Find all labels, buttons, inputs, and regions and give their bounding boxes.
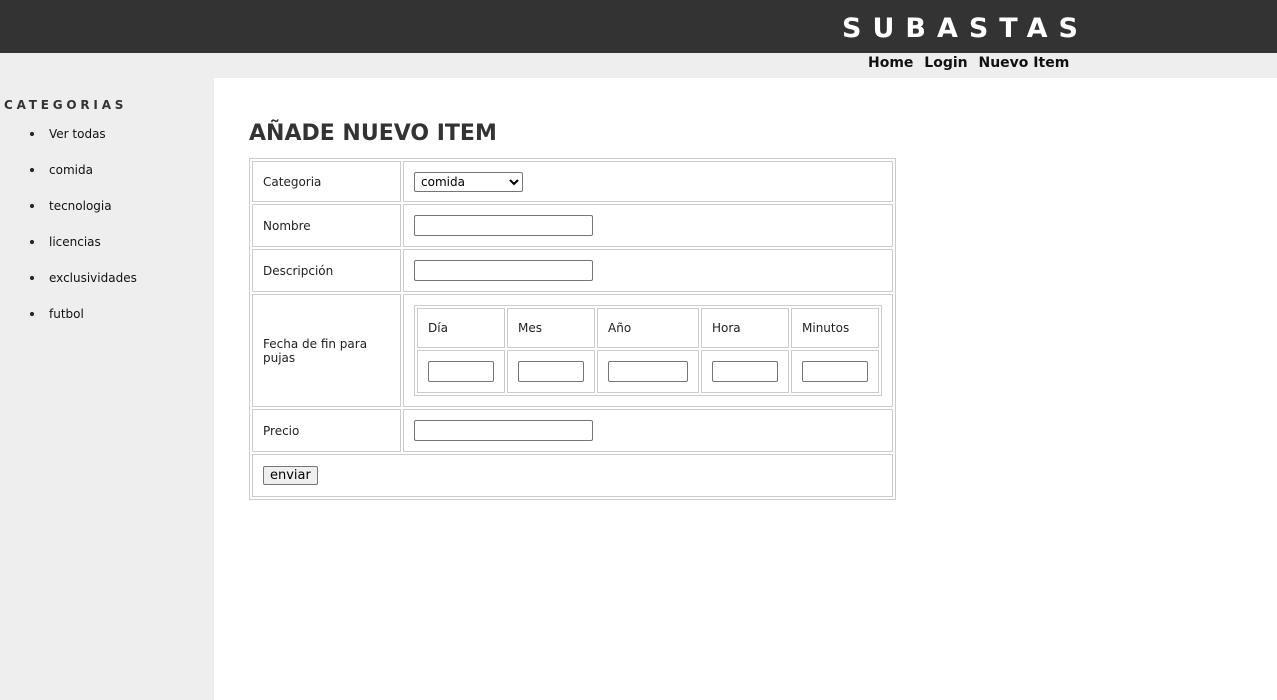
top-nav: Home Login Nuevo Item (868, 54, 1069, 72)
form-row-enviar: enviar (252, 454, 893, 497)
minutos-input[interactable] (802, 361, 868, 382)
list-item: Ver todas (0, 125, 137, 161)
nombre-cell (403, 204, 893, 247)
categoria-cell: comida (403, 161, 893, 202)
form-row-fecha: Fecha de fin para pujas Día Mes Año Hora… (252, 294, 893, 407)
nombre-input[interactable] (414, 215, 593, 236)
bullet-icon (30, 240, 34, 244)
category-link-comida[interactable]: comida (49, 163, 93, 177)
fecha-date-table: Día Mes Año Hora Minutos (414, 305, 882, 396)
ano-input[interactable] (608, 361, 688, 382)
category-link-exclusividades[interactable]: exclusividades (49, 271, 137, 285)
bullet-icon (30, 204, 34, 208)
page-title: AÑADE NUEVO ITEM (249, 121, 497, 146)
list-item: tecnologia (0, 197, 137, 233)
nav-home-link[interactable]: Home (868, 55, 913, 71)
bullet-icon (30, 312, 34, 316)
ano-header: Año (597, 308, 699, 348)
bullet-icon (30, 168, 34, 172)
descripcion-label: Descripción (252, 249, 401, 292)
fecha-label: Fecha de fin para pujas (252, 294, 401, 407)
form-row-descripcion: Descripción (252, 249, 893, 292)
hora-header: Hora (701, 308, 789, 348)
minutos-cell (791, 350, 879, 393)
categoria-label: Categoria (252, 161, 401, 202)
precio-cell (403, 409, 893, 452)
list-item: exclusividades (0, 269, 137, 305)
bullet-icon (30, 132, 34, 136)
minutos-header: Minutos (791, 308, 879, 348)
date-input-row (417, 350, 879, 393)
dia-header: Día (417, 308, 505, 348)
hora-cell (701, 350, 789, 393)
category-link-ver-todas[interactable]: Ver todas (49, 127, 106, 141)
nombre-label: Nombre (252, 204, 401, 247)
descripcion-input[interactable] (414, 260, 593, 281)
mes-cell (507, 350, 595, 393)
form-row-precio: Precio (252, 409, 893, 452)
precio-label: Precio (252, 409, 401, 452)
sidebar: CATEGORIAS Ver todas comida tecnologia l… (0, 78, 214, 700)
site-title: SUBASTAS (842, 13, 1089, 44)
list-item: comida (0, 161, 137, 197)
main-content: AÑADE NUEVO ITEM Categoria comida Nombre… (214, 78, 1277, 700)
date-header-row: Día Mes Año Hora Minutos (417, 308, 879, 348)
sidebar-title: CATEGORIAS (4, 98, 128, 112)
new-item-form: Categoria comida Nombre Descripción Fech… (249, 158, 896, 500)
ano-cell (597, 350, 699, 393)
fecha-cell: Día Mes Año Hora Minutos (403, 294, 893, 407)
category-list: Ver todas comida tecnologia licencias ex… (0, 125, 137, 341)
dia-input[interactable] (428, 361, 494, 382)
form-row-categoria: Categoria comida (252, 161, 893, 202)
hora-input[interactable] (712, 361, 778, 382)
mes-header: Mes (507, 308, 595, 348)
nav-login-link[interactable]: Login (924, 55, 967, 71)
dia-cell (417, 350, 505, 393)
bullet-icon (30, 276, 34, 280)
mes-input[interactable] (518, 361, 584, 382)
header-bar: SUBASTAS (0, 0, 1277, 53)
nav-nuevo-item-link[interactable]: Nuevo Item (979, 55, 1070, 71)
precio-input[interactable] (414, 420, 593, 441)
categoria-select[interactable]: comida (414, 171, 523, 192)
category-link-licencias[interactable]: licencias (49, 235, 101, 249)
category-link-futbol[interactable]: futbol (49, 307, 84, 321)
enviar-cell: enviar (252, 454, 893, 497)
descripcion-cell (403, 249, 893, 292)
enviar-button[interactable]: enviar (263, 466, 318, 485)
list-item: futbol (0, 305, 137, 341)
form-row-nombre: Nombre (252, 204, 893, 247)
category-link-tecnologia[interactable]: tecnologia (49, 199, 112, 213)
list-item: licencias (0, 233, 137, 269)
